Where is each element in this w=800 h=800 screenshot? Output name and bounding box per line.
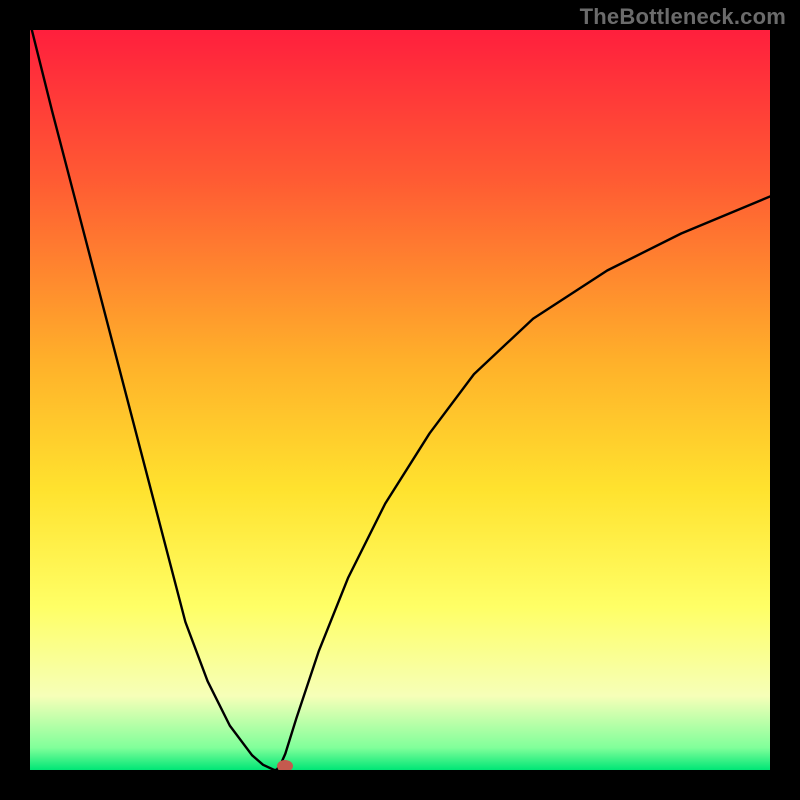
bottleneck-curve [30,30,770,770]
plot-area [30,30,770,770]
optimal-point-marker [277,760,293,770]
watermark-text: TheBottleneck.com [580,4,786,30]
chart-frame: TheBottleneck.com [0,0,800,800]
